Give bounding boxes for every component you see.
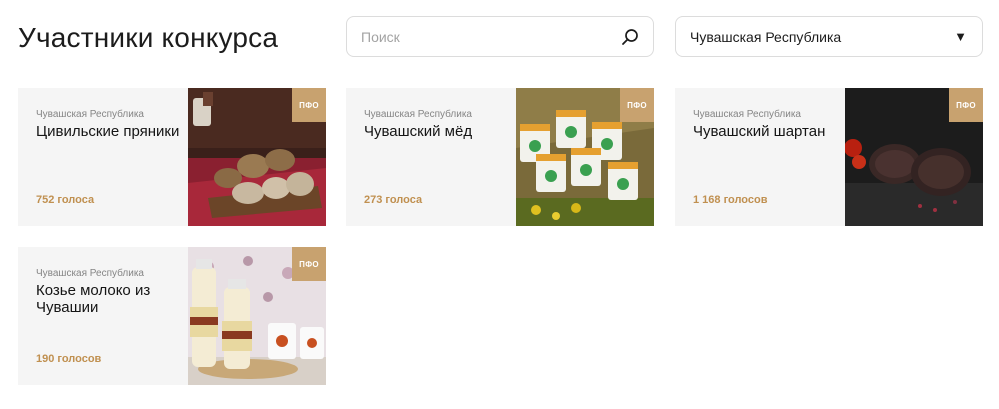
search-box[interactable] — [346, 16, 654, 57]
card-votes: 190 голосов — [36, 353, 102, 365]
card-title: Чувашский шартан — [693, 123, 826, 140]
card-region: Чувашская Республика — [36, 109, 144, 120]
participant-card[interactable]: Чувашская Республика Цивильские пряники … — [18, 88, 326, 226]
card-region: Чувашская Республика — [364, 109, 472, 120]
district-badge: ПФО — [292, 88, 326, 122]
district-badge: ПФО — [620, 88, 654, 122]
region-select[interactable]: Чувашская Республика ▼ — [675, 16, 983, 57]
participant-card[interactable]: Чувашская Республика Чувашский мёд 273 г… — [346, 88, 654, 226]
card-region: Чувашская Республика — [36, 268, 144, 279]
caret-down-icon: ▼ — [954, 29, 967, 44]
card-title: Цивильские пряники — [36, 123, 180, 140]
district-badge: ПФО — [949, 88, 983, 122]
card-votes: 1 168 голосов — [693, 194, 768, 206]
region-select-value: Чувашская Республика — [690, 29, 842, 45]
card-title: Козье молоко из Чувашии — [36, 282, 151, 316]
participant-card[interactable]: Чувашская Республика Козье молоко из Чув… — [18, 247, 326, 385]
card-title: Чувашский мёд — [364, 123, 473, 140]
district-badge: ПФО — [292, 247, 326, 281]
search-icon[interactable] — [621, 28, 639, 46]
card-region: Чувашская Республика — [693, 109, 801, 120]
search-input[interactable] — [347, 17, 653, 56]
participant-card[interactable]: Чувашская Республика Чувашский шартан 1 … — [675, 88, 983, 226]
card-votes: 752 голоса — [36, 194, 95, 206]
card-votes: 273 голоса — [364, 194, 423, 206]
page-title: Участники конкурса — [18, 22, 279, 53]
